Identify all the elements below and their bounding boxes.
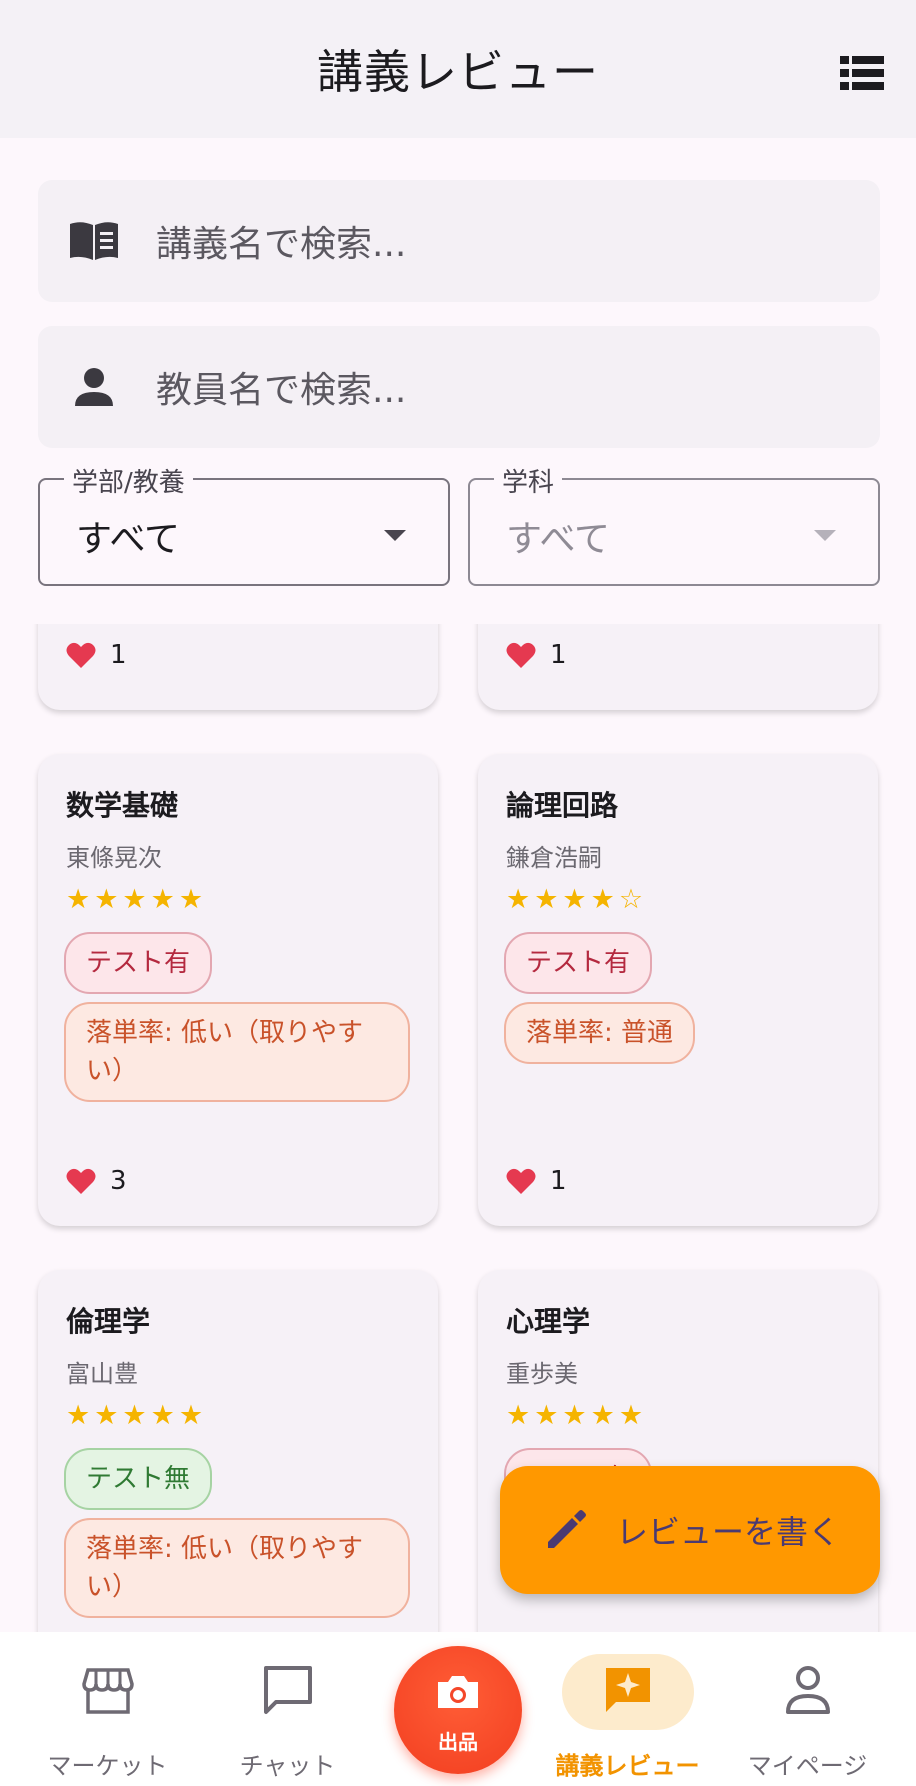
lecture-card[interactable]: 1 <box>478 624 878 710</box>
faculty-dropdown-label: 学部/教養 <box>64 462 193 499</box>
write-review-button[interactable]: レビューを書く <box>500 1466 880 1594</box>
like-count: 1 <box>550 1166 567 1196</box>
faculty-dropdown-value: すべて <box>76 519 181 560</box>
write-review-label: レビューを書く <box>616 1513 841 1551</box>
caret-down-icon <box>384 530 406 541</box>
pencil-icon <box>548 1510 586 1548</box>
lecture-card[interactable]: 数学基礎 東條晃次 ★★★★★ テスト有 落単率: 低い（取りやすい） 3 <box>38 754 438 1226</box>
department-dropdown[interactable]: 学科 すべて <box>468 462 880 586</box>
likes: 3 <box>66 1166 127 1196</box>
account-icon <box>785 1666 830 1714</box>
nav-market[interactable]: マーケット <box>16 1632 199 1786</box>
heart-icon <box>506 1168 536 1194</box>
lecture-card[interactable]: 倫理学 富山豊 ★★★★★ テスト無 落単率: 低い（取りやすい） <box>38 1270 438 1632</box>
lecture-name: 数学基礎 <box>66 789 179 822</box>
lecture-search-placeholder: 講義名で検索... <box>156 224 407 265</box>
test-tag: テスト無 <box>64 1448 213 1510</box>
heart-icon <box>66 1168 96 1194</box>
nav-market-label: マーケット <box>47 1752 168 1780</box>
like-count: 1 <box>550 640 567 670</box>
nav-chat[interactable]: チャット <box>196 1632 379 1786</box>
lecture-search-input[interactable]: 講義名で検索... <box>38 180 880 302</box>
page-title: 講義レビュー <box>317 45 599 99</box>
fail-rate-tag: 落単率: 低い（取りやすい） <box>64 1002 410 1102</box>
caret-down-icon <box>814 530 836 541</box>
rating-stars: ★★★★★ <box>506 1400 648 1431</box>
likes: 1 <box>66 640 127 670</box>
like-count: 3 <box>110 1166 127 1196</box>
department-dropdown-value: すべて <box>506 519 611 560</box>
nav-mypage-label: マイページ <box>747 1752 868 1780</box>
likes: 1 <box>506 1166 567 1196</box>
camera-icon <box>438 1676 478 1708</box>
fail-rate-tag: 落単率: 普通 <box>504 1002 696 1064</box>
teacher-name: 富山豊 <box>66 1360 138 1388</box>
teacher-name: 重歩美 <box>506 1360 578 1388</box>
likes: 1 <box>506 640 567 670</box>
list-view-icon[interactable] <box>840 56 884 90</box>
lecture-card[interactable]: 論理回路 鎌倉浩嗣 ★★★★☆ テスト有 落単率: 普通 1 <box>478 754 878 1226</box>
sell-button-label: 出品 <box>438 1730 478 1754</box>
department-dropdown-label: 学科 <box>494 462 563 499</box>
rating-stars: ★★★★★ <box>66 1400 208 1431</box>
fail-rate-tag: 落単率: 低い（取りやすい） <box>64 1518 410 1618</box>
chat-icon <box>263 1666 312 1714</box>
nav-lecture-review-label: 講義レビュー <box>555 1752 700 1780</box>
teacher-search-input[interactable]: 教員名で検索... <box>38 326 880 448</box>
rating-stars: ★★★★★ <box>66 884 208 915</box>
nav-chat-label: チャット <box>239 1752 336 1780</box>
lecture-name: 倫理学 <box>66 1305 151 1338</box>
review-icon <box>605 1668 650 1712</box>
test-tag: テスト有 <box>64 932 213 994</box>
person-icon <box>66 359 122 415</box>
lecture-name: 論理回路 <box>506 789 619 822</box>
nav-lecture-review[interactable]: 講義レビュー <box>536 1632 719 1786</box>
heart-icon <box>66 642 96 668</box>
store-icon <box>81 1668 134 1714</box>
heart-icon <box>506 642 536 668</box>
teacher-name: 東條晃次 <box>66 844 162 872</box>
lecture-card[interactable]: 1 <box>38 624 438 710</box>
sell-button[interactable]: 出品 <box>394 1646 522 1774</box>
test-tag: テスト有 <box>504 932 653 994</box>
book-icon <box>66 213 122 269</box>
faculty-dropdown[interactable]: 学部/教養 すべて <box>38 462 450 586</box>
nav-mypage[interactable]: マイページ <box>716 1632 899 1786</box>
app-bar: 講義レビュー <box>0 0 916 138</box>
teacher-search-placeholder: 教員名で検索... <box>156 370 407 411</box>
like-count: 1 <box>110 640 127 670</box>
lecture-name: 心理学 <box>506 1305 591 1338</box>
teacher-name: 鎌倉浩嗣 <box>506 844 602 872</box>
rating-stars: ★★★★☆ <box>506 884 648 915</box>
